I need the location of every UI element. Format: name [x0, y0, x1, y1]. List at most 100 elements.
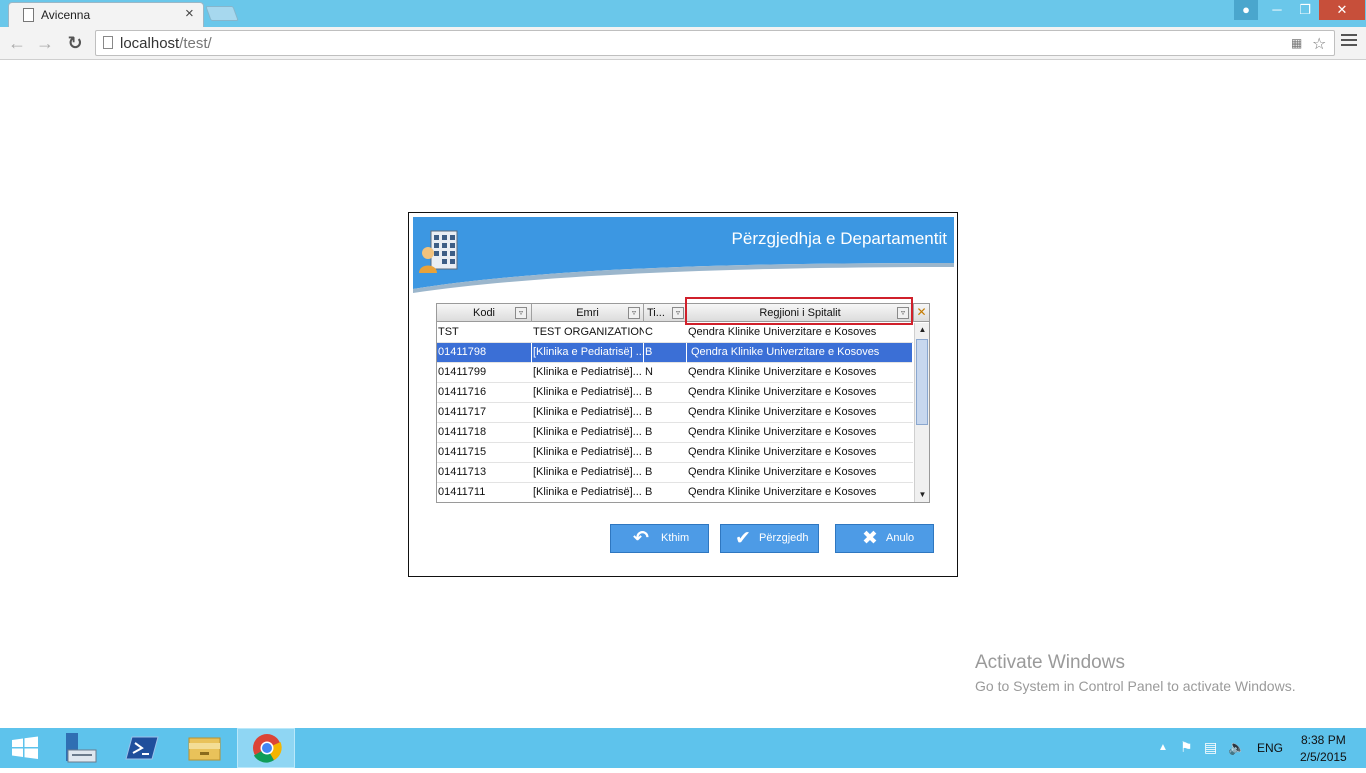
cell-kodi: 01411711	[438, 486, 486, 498]
minimize-button[interactable]: ─	[1263, 0, 1291, 20]
cell-regjioni: Qendra Klinike Univerzitare e Kosoves	[688, 326, 877, 338]
cell-kodi: 01411716	[438, 386, 487, 398]
user-icon[interactable]: ●	[1234, 0, 1258, 20]
filter-icon[interactable]: ▿	[515, 307, 527, 319]
cell-emri: [Klinika e Pediatrisë]...	[533, 366, 642, 378]
windows-taskbar: ▲ ⚑ ▤ 🔈 ENG 8:38 PM 2/5/2015	[0, 728, 1366, 768]
column-header-emri[interactable]: Emri ▿	[532, 304, 644, 322]
grid-header: Kodi ▿ Emri ▿ Ti... ▿ Regjioni i Spitalit ▿ …	[437, 297, 929, 325]
checkmark-icon: ✔	[735, 528, 751, 549]
cell-regjioni: Qendra Klinike Univerzitare e Kosoves	[688, 366, 877, 378]
filter-icon[interactable]: ▿	[672, 307, 684, 319]
cell-emri: [Klinika e Pediatrisë] ...	[532, 343, 644, 363]
address-bar[interactable]: localhost/test/ ▦ ☆	[95, 30, 1335, 56]
cell-tipi: B	[644, 343, 687, 363]
scroll-up-arrow-icon[interactable]: ▲	[915, 323, 930, 337]
watermark-title: Activate Windows	[975, 652, 1125, 673]
cell-regjioni: Qendra Klinike Univerzitare e Kosoves	[688, 386, 877, 398]
department-grid: Kodi ▿ Emri ▿ Ti... ▿ Regjioni i Spitalit ▿ …	[436, 297, 930, 503]
highlight-box	[685, 297, 913, 325]
network-icon[interactable]: ▤	[1204, 739, 1217, 756]
restore-button[interactable]: ❐	[1291, 0, 1319, 20]
cell-kodi: 01411798	[437, 343, 532, 363]
server-manager-icon[interactable]	[54, 728, 112, 768]
browser-tab[interactable]: Avicenna ×	[8, 2, 204, 27]
translate-icon[interactable]: ▦	[1291, 36, 1302, 50]
cell-kodi: 01411715	[438, 446, 487, 458]
bookmark-star-icon[interactable]: ☆	[1312, 34, 1326, 54]
back-arrow-icon[interactable]: ←	[6, 32, 28, 54]
select-button[interactable]: ✔ Përzgjedh	[720, 524, 819, 553]
cell-tipi: C	[645, 326, 653, 338]
clock-date: 2/5/2015	[1300, 750, 1347, 764]
cancel-x-icon: ✖	[862, 528, 878, 549]
cell-emri: [Klinika e Pediatrisë]...	[533, 466, 642, 478]
cell-regjioni: Qendra Klinike Univerzitare e Kosoves	[688, 406, 877, 418]
forward-arrow-icon[interactable]: →	[34, 32, 56, 54]
table-row[interactable]: 01411713 [Klinika e Pediatrisë]... B Qen…	[437, 463, 913, 483]
system-clock[interactable]: 8:38 PM 2/5/2015	[1300, 732, 1347, 766]
cell-tipi: B	[645, 406, 653, 418]
url-host: localhost	[120, 35, 180, 52]
cell-emri: [Klinika e Pediatrisë]...	[533, 446, 642, 458]
activation-watermark: Activate Windows Go to System in Control…	[975, 652, 1296, 694]
cell-tipi: B	[645, 486, 653, 498]
action-center-flag-icon[interactable]: ⚑	[1180, 739, 1193, 756]
table-row[interactable]: TST TEST ORGANIZATION C Qendra Klinike U…	[437, 323, 913, 343]
cell-regjioni: Qendra Klinike Univerzitare e Kosoves	[688, 446, 877, 458]
grid-scrollbar[interactable]: ▲ ▼	[914, 323, 929, 502]
chrome-menu-icon[interactable]	[1341, 34, 1357, 48]
department-selection-dialog: Përzgjedhja e Departamentit Kodi ▿ Emri ▿ …	[408, 212, 958, 577]
cell-regjioni: Qendra Klinike Univerzitare e Kosoves	[688, 426, 877, 438]
show-hidden-icons-chevron-icon[interactable]: ▲	[1158, 742, 1168, 753]
volume-muted-icon[interactable]: 🔈	[1228, 739, 1245, 756]
new-tab-button[interactable]	[205, 6, 239, 21]
cell-kodi: TST	[438, 326, 459, 338]
select-button-label: Përzgjedh	[759, 532, 809, 544]
cell-tipi: B	[645, 426, 653, 438]
close-window-button[interactable]: ✕	[1319, 0, 1365, 20]
page-icon	[23, 8, 34, 22]
file-explorer-icon[interactable]	[176, 728, 234, 768]
browser-titlebar: Avicenna × ● ─ ❐ ✕	[0, 0, 1366, 27]
cell-kodi: 01411799	[438, 366, 487, 378]
cell-kodi: 01411717	[438, 406, 487, 418]
column-header-tipi[interactable]: Ti... ▿	[644, 304, 687, 322]
tab-title: Avicenna	[41, 8, 91, 22]
cell-regjioni: Qendra Klinike Univerzitare e Kosoves	[688, 466, 877, 478]
column-header-kodi[interactable]: Kodi ▿	[437, 304, 532, 322]
cell-emri: [Klinika e Pediatrisë]...	[533, 386, 642, 398]
language-indicator[interactable]: ENG	[1257, 741, 1283, 755]
cell-emri: [Klinika e Pediatrisë]...	[533, 486, 642, 498]
column-header-label: Ti...	[647, 307, 665, 319]
cancel-button[interactable]: ✖ Anulo	[835, 524, 934, 553]
table-row[interactable]: 01411711 [Klinika e Pediatrisë]... B Qen…	[437, 483, 913, 503]
table-row[interactable]: 01411716 [Klinika e Pediatrisë]... B Qen…	[437, 383, 913, 403]
dialog-title: Përzgjedhja e Departamentit	[731, 229, 947, 248]
chrome-taskbar-icon[interactable]	[237, 728, 295, 768]
table-row[interactable]: 01411717 [Klinika e Pediatrisë]... B Qen…	[437, 403, 913, 423]
cell-emri: [Klinika e Pediatrisë]...	[533, 426, 642, 438]
table-row-selected[interactable]: 01411798 [Klinika e Pediatrisë] ... B Qe…	[437, 343, 913, 363]
table-row[interactable]: 01411799 [Klinika e Pediatrisë]... N Qen…	[437, 363, 913, 383]
filter-icon[interactable]: ▿	[628, 307, 640, 319]
powershell-icon[interactable]	[114, 728, 172, 768]
column-header-label: Emri	[576, 307, 599, 319]
table-row[interactable]: 01411718 [Klinika e Pediatrisë]... B Qen…	[437, 423, 913, 443]
table-row[interactable]: 01411715 [Klinika e Pediatrisë]... B Qen…	[437, 443, 913, 463]
watermark-subtitle: Go to System in Control Panel to activat…	[975, 678, 1296, 694]
start-button[interactable]	[0, 728, 58, 768]
cell-tipi: B	[645, 446, 653, 458]
cell-emri: [Klinika e Pediatrisë]...	[533, 406, 642, 418]
scroll-down-arrow-icon[interactable]: ▼	[915, 488, 930, 502]
clear-filter-icon[interactable]: ✕	[914, 305, 929, 320]
browser-toolbar: ← → ↻ localhost/test/ ▦ ☆	[0, 27, 1366, 60]
cell-kodi: 01411713	[438, 466, 487, 478]
undo-icon: ↶	[633, 528, 649, 549]
cell-kodi: 01411718	[438, 426, 487, 438]
back-button[interactable]: ↶ Kthim	[610, 524, 709, 553]
reload-icon[interactable]: ↻	[64, 32, 86, 54]
close-tab-icon[interactable]: ×	[185, 5, 194, 22]
scrollbar-thumb[interactable]	[916, 339, 928, 425]
cancel-button-label: Anulo	[886, 532, 915, 544]
